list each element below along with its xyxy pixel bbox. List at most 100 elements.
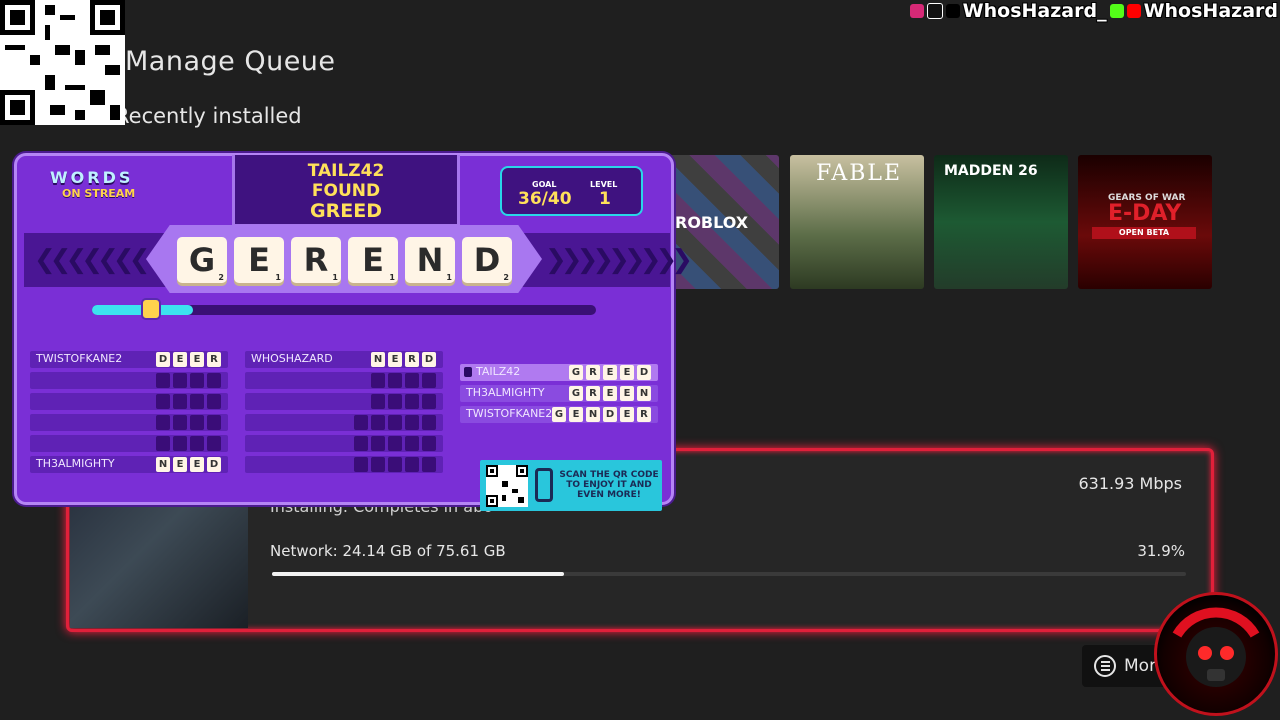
player-name: TAILZ42 bbox=[476, 365, 521, 378]
game-tile-fable[interactable]: FABLE bbox=[790, 155, 924, 289]
letter-tile bbox=[388, 436, 402, 451]
letter-tile bbox=[173, 394, 187, 409]
letter-tile bbox=[371, 436, 385, 451]
player-row bbox=[30, 414, 228, 431]
social-handle-secondary: WhosHazard bbox=[1143, 0, 1278, 22]
tile-label: MADDEN 26 bbox=[944, 163, 1038, 179]
menu-icon bbox=[1094, 655, 1116, 677]
words-on-stream-logo: WORDS ON STREAM bbox=[50, 168, 136, 200]
x-icon bbox=[945, 4, 960, 18]
letter-tile: D bbox=[156, 352, 170, 367]
letter-tile: G bbox=[552, 407, 566, 422]
letter-tile: R bbox=[586, 365, 600, 380]
letter-tile bbox=[173, 415, 187, 430]
letter-tile: E bbox=[173, 352, 187, 367]
player-row: TWISTOFKANE2 D E E R bbox=[30, 351, 228, 368]
tile-label: E-DAY bbox=[1108, 201, 1182, 226]
announce-word: GREED bbox=[310, 200, 382, 222]
letter-tile bbox=[422, 415, 436, 430]
word-letter-tile: R1 bbox=[291, 237, 341, 283]
page-title: Manage Queue bbox=[125, 46, 336, 77]
letter-tile bbox=[371, 415, 385, 430]
found-word-row: TWISTOFKANE2 G E N D E R bbox=[460, 406, 658, 423]
kick-icon bbox=[1109, 4, 1124, 18]
letter-tile bbox=[405, 457, 419, 472]
letter-tile: R bbox=[405, 352, 419, 367]
letter-tile bbox=[207, 373, 221, 388]
letter-tile bbox=[405, 415, 419, 430]
found-word-row: TH3ALMIGHTY G R E E N bbox=[460, 385, 658, 402]
letter-tile bbox=[190, 373, 204, 388]
goal-level-panel: GOAL 36/40 LEVEL 1 bbox=[500, 166, 643, 216]
player-row: TH3ALMIGHTY N E E D bbox=[30, 456, 228, 473]
instagram-icon bbox=[909, 4, 924, 18]
tile-label: ROBLOX bbox=[675, 213, 749, 232]
player-name: TH3ALMIGHTY bbox=[36, 457, 115, 470]
letter-tile bbox=[354, 457, 368, 472]
qr-code-small bbox=[486, 465, 528, 507]
letter-tile bbox=[156, 373, 170, 388]
word-letter-tile: E1 bbox=[348, 237, 398, 283]
progress-bar-fill bbox=[272, 572, 564, 576]
letter-tile: E bbox=[190, 457, 204, 472]
game-tile-madden[interactable]: MADDEN 26 bbox=[934, 155, 1068, 289]
player-name: TH3ALMIGHTY bbox=[466, 386, 545, 399]
streamer-logo bbox=[1154, 592, 1278, 716]
more-options-label: Mor bbox=[1124, 656, 1157, 676]
letter-tile bbox=[405, 436, 419, 451]
tile-label: FABLE bbox=[816, 161, 903, 186]
social-handle-primary: WhosHazard_ bbox=[962, 0, 1107, 22]
word-letter-tile: N1 bbox=[405, 237, 455, 283]
player-row bbox=[30, 372, 228, 389]
level-label: LEVEL bbox=[590, 180, 618, 189]
player-name: TWISTOFKANE2 bbox=[36, 352, 123, 365]
chevrons-right-icon: ❯❯❯❯❯❯❯❯❯ bbox=[545, 245, 693, 275]
letter-tile: R bbox=[637, 407, 651, 422]
tile-sub-label: OPEN BETA bbox=[1092, 227, 1196, 239]
letter-tile bbox=[173, 436, 187, 451]
letter-tile: D bbox=[637, 365, 651, 380]
letter-tile bbox=[388, 415, 402, 430]
player-row bbox=[245, 456, 443, 473]
lock-icon bbox=[141, 298, 161, 320]
progress-bar bbox=[272, 572, 1186, 576]
letter-tile bbox=[156, 394, 170, 409]
letter-tile bbox=[354, 436, 368, 451]
letter-tile: D bbox=[207, 457, 221, 472]
found-announcement: TAILZ42 FOUND GREED bbox=[232, 155, 460, 227]
letter-tile: N bbox=[156, 457, 170, 472]
progress-percent: 31.9% bbox=[1137, 542, 1185, 560]
letter-tile: E bbox=[603, 386, 617, 401]
letter-tile bbox=[422, 457, 436, 472]
game-tile-gears[interactable]: GEARS OF WAR E-DAY OPEN BETA bbox=[1078, 155, 1212, 289]
youtube-icon bbox=[1126, 4, 1141, 18]
letter-tile: N bbox=[637, 386, 651, 401]
player-row bbox=[245, 372, 443, 389]
letter-tile bbox=[371, 457, 385, 472]
letter-tile bbox=[190, 415, 204, 430]
letter-tile bbox=[422, 394, 436, 409]
letter-tile bbox=[156, 415, 170, 430]
word-letter-tile: E1 bbox=[234, 237, 284, 283]
letter-tile: G bbox=[569, 365, 583, 380]
letter-tile bbox=[405, 394, 419, 409]
player-row bbox=[245, 435, 443, 452]
word-letter-tile: G2 bbox=[177, 237, 227, 283]
announce-verb: FOUND bbox=[311, 181, 381, 201]
goal-value: 36/40 bbox=[518, 189, 572, 209]
letter-tile: E bbox=[620, 407, 634, 422]
letter-tile bbox=[190, 436, 204, 451]
player-row bbox=[245, 414, 443, 431]
letter-tile: E bbox=[603, 365, 617, 380]
letter-tile bbox=[156, 436, 170, 451]
letter-tile bbox=[371, 394, 385, 409]
letter-tile bbox=[388, 373, 402, 388]
download-rate: 631.93 Mbps bbox=[1078, 474, 1182, 493]
letter-tile bbox=[207, 394, 221, 409]
letter-tile bbox=[422, 373, 436, 388]
qr-banner-text: SCAN THE QR CODE TO ENJOY IT AND EVEN MO… bbox=[559, 470, 659, 500]
letter-tile: E bbox=[388, 352, 402, 367]
letter-tile: D bbox=[603, 407, 617, 422]
letter-tile bbox=[371, 373, 385, 388]
letter-tile: E bbox=[620, 365, 634, 380]
